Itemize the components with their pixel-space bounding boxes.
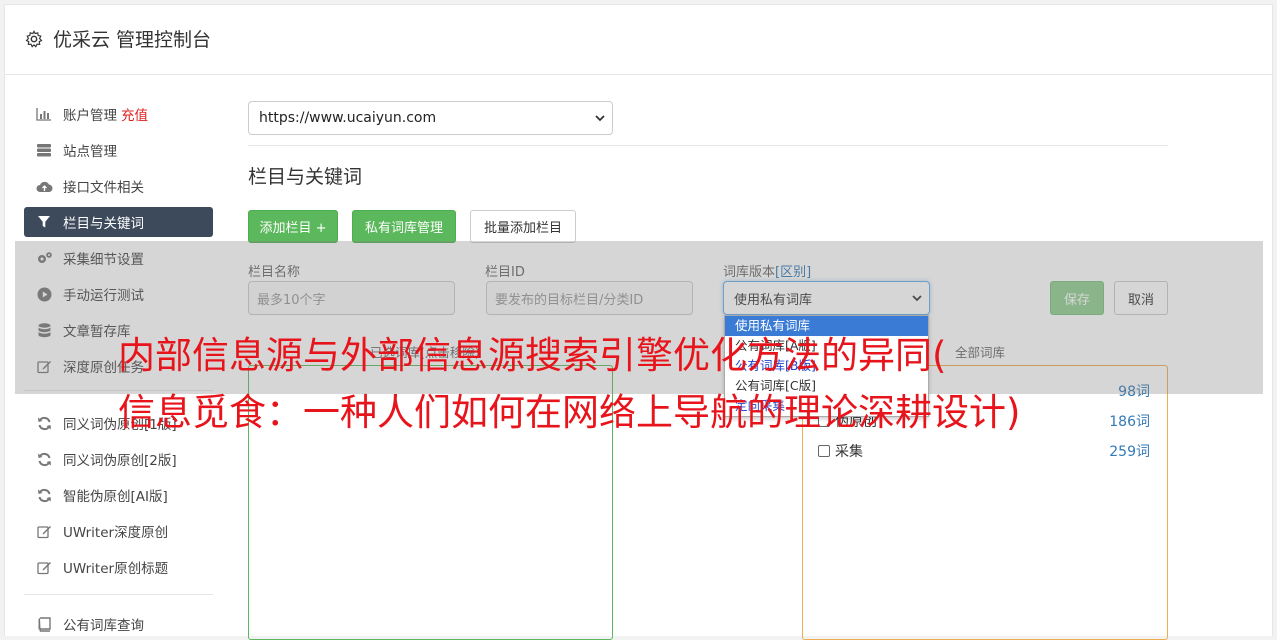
keyword-count: 186词 [1109,414,1150,430]
brand: 优采云 管理控制台 [25,25,211,52]
add-column-button[interactable]: 添加栏目 + [248,210,338,243]
keyword-checkbox[interactable] [818,445,830,457]
app-frame: 优采云 管理控制台 账户管理 充值 站点管理 接口文件相关 栏目与关键词 采集细… [0,0,1277,640]
divider [248,145,1168,146]
keyword-count: 259词 [1109,444,1150,460]
site-select[interactable]: https://www.ucaiyun.com [248,101,613,135]
site-select-value: https://www.ucaiyun.com [259,110,437,126]
sidebar-item-label: UWriter原创标题 [63,561,169,577]
sidebar-item-label: 站点管理 [63,144,117,160]
sidebar-item-label: UWriter深度原创 [63,525,169,541]
sidebar-item-public-lib[interactable]: 公有词库查询 [24,609,213,639]
recharge-link[interactable]: 充值 [121,104,148,124]
banner-line-1: 内部信息源与外部信息源搜索引擎优化方法的异同( [118,334,947,377]
app-title: 优采云 管理控制台 [53,29,212,51]
sidebar-item-synonym-v2[interactable]: 同义词伪原创[2版] [24,444,213,474]
book-icon [35,616,53,632]
sidebar-item-sites[interactable]: 站点管理 [24,135,213,165]
refresh-icon [35,415,53,431]
edit-icon [35,559,53,575]
chevron-down-icon [595,115,605,122]
bar-chart-icon [35,106,53,122]
sidebar-item-label: 智能伪原创[AI版] [63,489,168,505]
filter-icon [35,214,53,230]
sidebar-item-uwriter-deep[interactable]: UWriter深度原创 [24,516,213,546]
server-icon [35,142,53,158]
batch-add-button[interactable]: 批量添加栏目 [470,210,576,243]
sidebar-item-label: 公有词库查询 [63,618,144,634]
sidebar-item-label: 栏目与关键词 [63,216,144,232]
sidebar-item-interface-files[interactable]: 接口文件相关 [24,171,213,201]
sidebar-item-ai-original[interactable]: 智能伪原创[AI版] [24,480,213,510]
section-title: 栏目与关键词 [248,166,363,188]
keyword-name: 采集 [835,444,863,460]
sidebar-item-label: 接口文件相关 [63,180,144,196]
top-bar: 优采云 管理控制台 [4,4,1273,75]
refresh-icon [35,487,53,503]
gear-icon [25,29,43,48]
sidebar-item-uwriter-title[interactable]: UWriter原创标题 [24,552,213,582]
keyword-row[interactable]: 采集 259词 [818,441,1150,461]
banner-line-2: 信息觅食：一种人们如何在网络上导航的理论深耕设计) [118,391,1021,434]
refresh-icon [35,451,53,467]
private-lib-button[interactable]: 私有词库管理 [352,210,456,243]
cloud-upload-icon [35,178,53,194]
sidebar-divider [24,594,213,595]
sidebar-item-label: 同义词伪原创[2版] [63,453,177,469]
edit-icon [35,523,53,539]
sidebar-item-columns-keywords[interactable]: 栏目与关键词 [24,207,213,237]
sidebar-item-label: 账户管理 [63,108,117,124]
sidebar-item-account[interactable]: 账户管理 充值 [24,99,213,129]
